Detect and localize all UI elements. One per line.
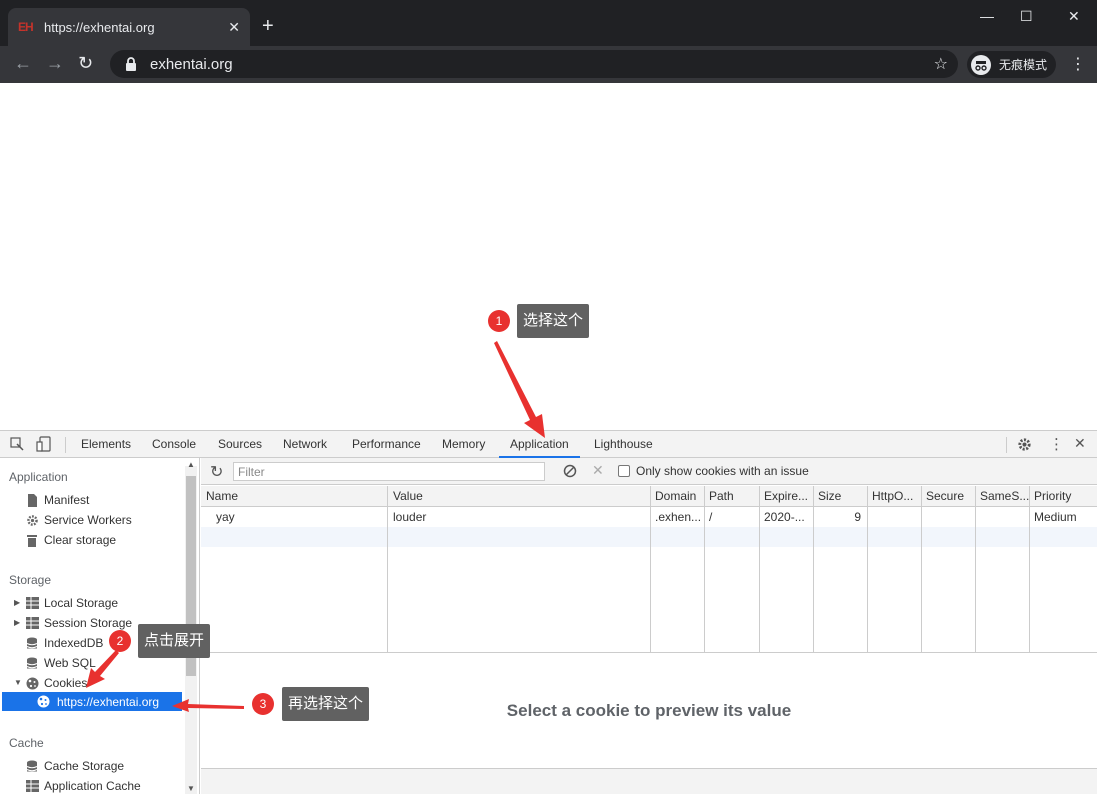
arrow-2	[86, 650, 119, 688]
step-badge-2: 2	[109, 630, 131, 652]
callout-3: 再选择这个	[282, 687, 370, 721]
arrow-3	[172, 699, 244, 712]
annotation-arrows	[86, 341, 545, 712]
callout-1: 选择这个	[517, 304, 590, 338]
step-badge-1: 1	[488, 310, 510, 332]
arrow-1	[494, 341, 545, 438]
callout-2: 点击展开	[138, 624, 211, 658]
step-badge-3: 3	[252, 693, 274, 715]
